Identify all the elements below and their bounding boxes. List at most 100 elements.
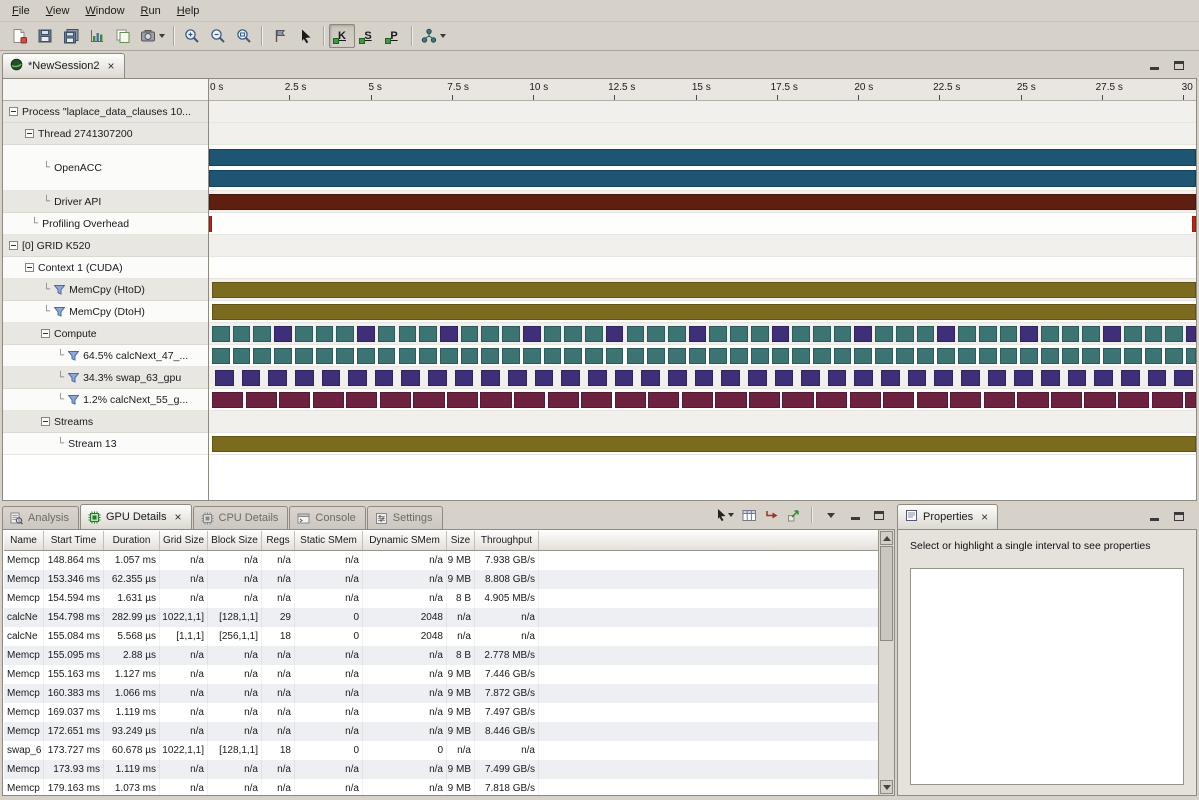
timeline-interval[interactable] [1020, 326, 1038, 342]
table-row[interactable]: Memcp179.163 ms1.073 msn/an/an/an/an/a9 … [4, 779, 878, 795]
collapse-toggle-icon[interactable] [9, 107, 18, 116]
timeline-interval[interactable] [455, 370, 474, 386]
timeline-interval[interactable] [295, 326, 313, 342]
timeline-interval[interactable] [561, 370, 580, 386]
timeline-tree-0-grid-k520[interactable]: [0] GRID K520 [3, 235, 208, 257]
timeline-interval[interactable] [295, 370, 314, 386]
timeline-tree-streams[interactable]: Streams [3, 411, 208, 433]
export-data-button[interactable] [787, 509, 801, 522]
table-row[interactable]: swap_6173.727 ms60.678 µs1022,1,1][128,1… [4, 741, 878, 760]
timeline-interval[interactable] [854, 326, 872, 342]
timeline-tree-compute[interactable]: Compute [3, 323, 208, 345]
timeline-interval[interactable] [357, 348, 375, 364]
timeline-interval[interactable] [1124, 326, 1142, 342]
capture-button[interactable] [136, 24, 169, 48]
column-header-throughput[interactable]: Throughput [475, 531, 539, 550]
timeline-tree-thread-2741307200[interactable]: Thread 2741307200 [3, 123, 208, 145]
timeline-interval[interactable] [399, 348, 417, 364]
timeline-interval[interactable] [1174, 370, 1193, 386]
details-minimize-button[interactable] [847, 508, 863, 522]
menu-view[interactable]: View [38, 2, 78, 20]
properties-maximize-button[interactable] [1171, 509, 1187, 523]
column-header-start-time[interactable]: Start Time [44, 531, 104, 550]
tab-cpu-details[interactable]: CPU Details [193, 506, 289, 529]
timeline-interval[interactable] [689, 326, 707, 342]
timeline-interval[interactable] [375, 370, 394, 386]
tab-properties[interactable]: Properties × [897, 504, 998, 529]
export-button[interactable] [110, 24, 136, 48]
timeline-interval[interactable] [775, 370, 794, 386]
column-header-name[interactable]: Name [4, 531, 44, 550]
timeline-interval[interactable] [1068, 370, 1087, 386]
timeline-interval[interactable] [548, 392, 579, 408]
tab-console[interactable]: Console [289, 506, 365, 529]
timeline-interval[interactable] [1148, 370, 1167, 386]
column-header-regs[interactable]: Regs [262, 531, 295, 550]
timeline-interval[interactable] [695, 370, 714, 386]
timeline-interval[interactable] [896, 348, 914, 364]
timeline-interval[interactable] [730, 326, 748, 342]
timeline-interval[interactable] [419, 326, 437, 342]
scroll-up-button[interactable] [880, 531, 893, 545]
timeline-interval[interactable] [413, 392, 444, 408]
save-all-button[interactable] [58, 24, 84, 48]
timeline-track-1-2-calcnext-55-g[interactable] [209, 389, 1196, 411]
timeline-interval[interactable] [1186, 348, 1196, 364]
timeline-interval[interactable] [1014, 370, 1033, 386]
timeline-interval[interactable] [917, 348, 935, 364]
timeline-interval[interactable] [606, 326, 624, 342]
column-header-grid-size[interactable]: Grid Size [160, 531, 208, 550]
menu-file[interactable]: File [4, 2, 38, 20]
timeline-track-streams[interactable] [209, 411, 1196, 433]
timeline-interval[interactable] [209, 170, 1196, 187]
timeline-interval[interactable] [348, 370, 367, 386]
timeline-interval[interactable] [748, 370, 767, 386]
timeline-interval[interactable] [544, 326, 562, 342]
timeline-track-process-laplace-data-clauses-10[interactable] [209, 101, 1196, 123]
select-tool-button[interactable] [293, 24, 319, 48]
timeline-interval[interactable] [447, 392, 478, 408]
timeline-interval[interactable] [481, 370, 500, 386]
timeline-interval[interactable] [461, 348, 479, 364]
timeline-interval[interactable] [440, 348, 458, 364]
timeline-interval[interactable] [585, 348, 603, 364]
timeline-interval[interactable] [233, 348, 251, 364]
timeline-tree-1-2-calcnext-55-g[interactable]: └1.2% calcNext_55_g... [3, 389, 208, 411]
timeline-interval[interactable] [581, 392, 612, 408]
timeline-interval[interactable] [792, 348, 810, 364]
timeline-interval[interactable] [984, 392, 1015, 408]
timeline-interval[interactable] [428, 370, 447, 386]
timeline-interval[interactable] [668, 370, 687, 386]
timeline-tree-64-5-calcnext-47[interactable]: └64.5% calcNext_47_... [3, 345, 208, 367]
timeline-interval[interactable] [380, 392, 411, 408]
timeline-interval[interactable] [958, 326, 976, 342]
timeline-interval[interactable] [514, 392, 545, 408]
timeline-interval[interactable] [749, 392, 780, 408]
timeline-interval[interactable] [481, 348, 499, 364]
timeline-interval[interactable] [1020, 348, 1038, 364]
timeline-interval[interactable] [730, 348, 748, 364]
timeline-track-memcpy-htod[interactable] [209, 279, 1196, 301]
timeline-interval[interactable] [850, 392, 881, 408]
details-maximize-button[interactable] [871, 508, 887, 522]
analysis-button[interactable] [417, 24, 450, 48]
close-icon[interactable]: × [175, 511, 182, 523]
timeline-interval[interactable] [1062, 348, 1080, 364]
timeline-track-0-grid-k520[interactable] [209, 235, 1196, 257]
timeline-interval[interactable] [274, 326, 292, 342]
timeline-interval[interactable] [253, 348, 271, 364]
table-row[interactable]: Memcp173.93 ms1.119 msn/an/an/an/an/a9 M… [4, 760, 878, 779]
timeline-interval[interactable] [627, 326, 645, 342]
timeline-interval[interactable] [523, 348, 541, 364]
timeline-interval[interactable] [419, 348, 437, 364]
zoom-fit-button[interactable] [231, 24, 257, 48]
column-header-dynamic-smem[interactable]: Dynamic SMem [363, 531, 447, 550]
timeline-track-driver-api[interactable] [209, 191, 1196, 213]
timeline-interval[interactable] [1041, 370, 1060, 386]
timeline-interval[interactable] [378, 348, 396, 364]
zoom-in-button[interactable] [179, 24, 205, 48]
collapse-toggle-icon[interactable] [41, 329, 50, 338]
column-header-size[interactable]: Size [447, 531, 475, 550]
timeline-interval[interactable] [1145, 326, 1163, 342]
timeline-interval[interactable] [715, 392, 746, 408]
